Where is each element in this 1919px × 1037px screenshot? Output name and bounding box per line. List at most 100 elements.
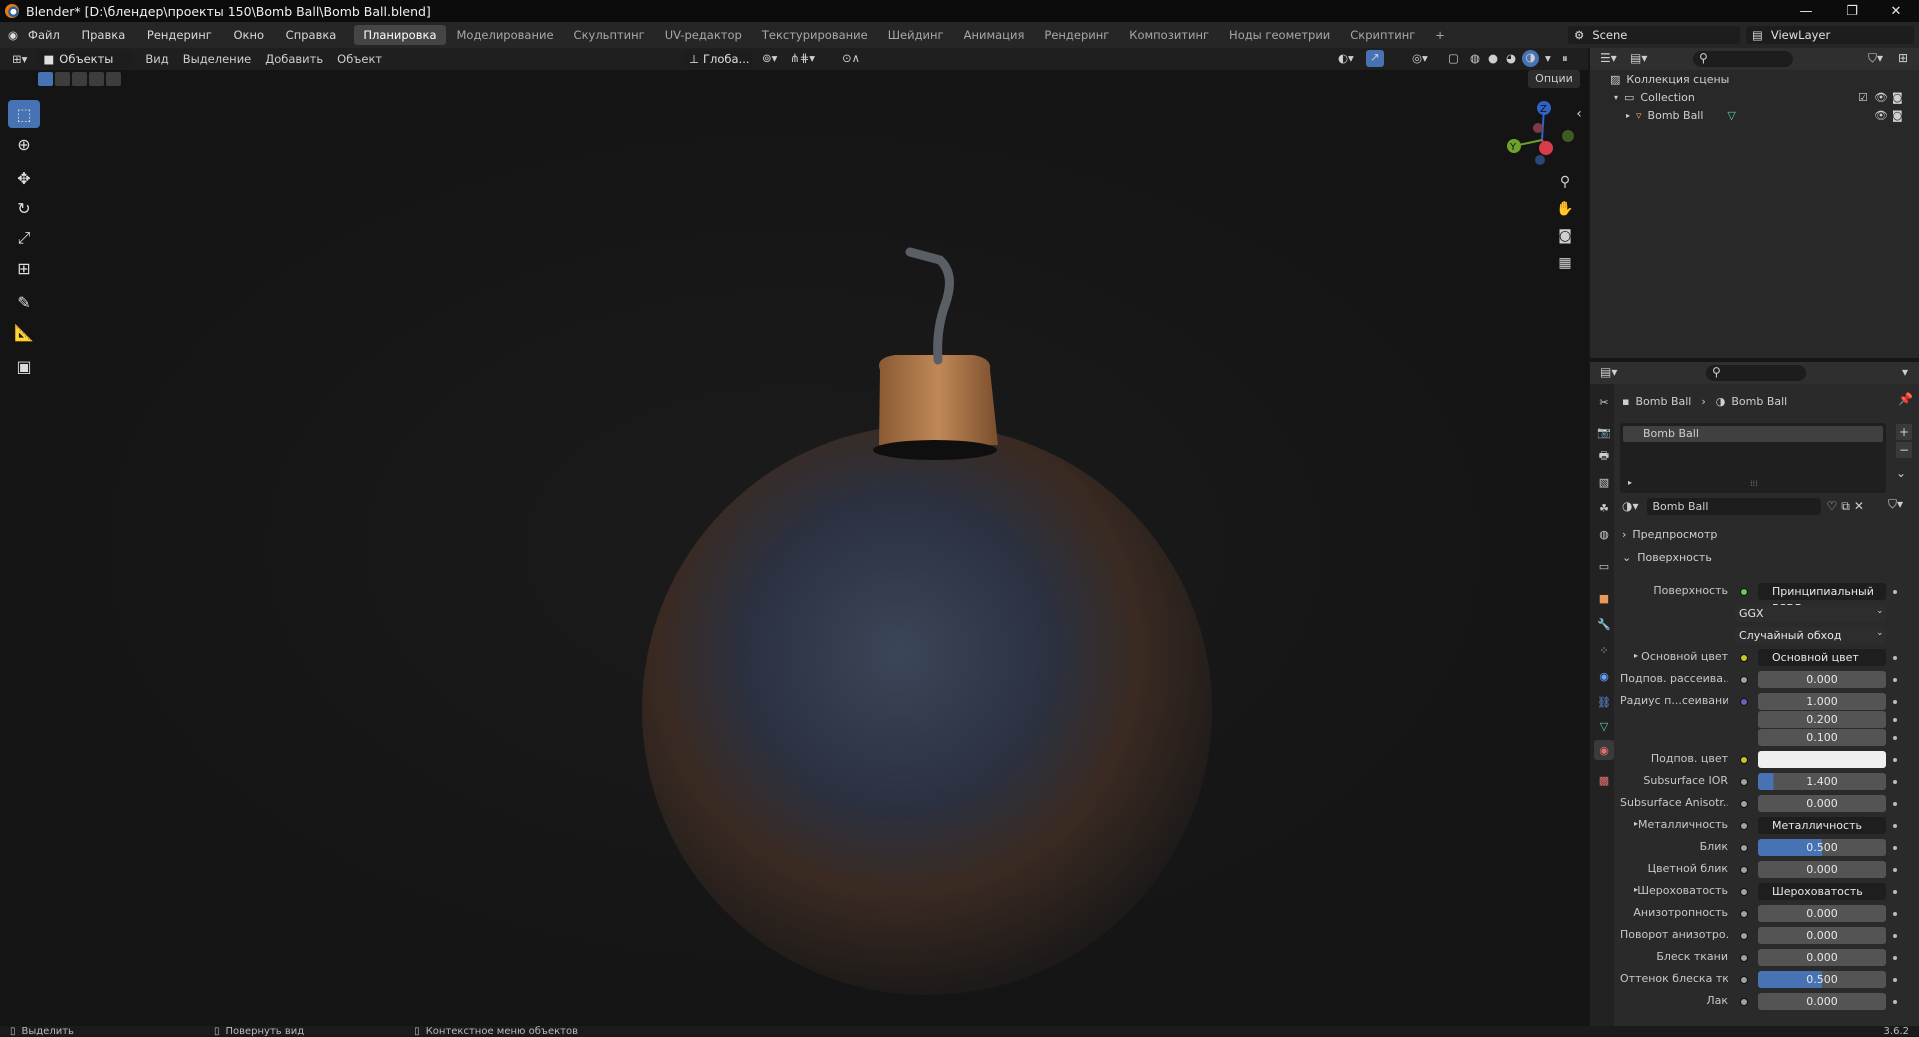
preview-panel-header[interactable]: › Предпросмотр bbox=[1622, 525, 1912, 543]
maximize-button[interactable]: ❐ bbox=[1829, 0, 1875, 22]
solid-shading-icon[interactable]: ● bbox=[1488, 51, 1498, 65]
blender-menu-icon[interactable]: ◉ bbox=[8, 28, 18, 42]
modifier-tab-icon[interactable]: 🔧 bbox=[1594, 614, 1614, 634]
outliner-editor-icon[interactable]: ☰▾ bbox=[1600, 51, 1617, 65]
slot-specials-icon[interactable]: ⌄ bbox=[1896, 466, 1906, 480]
property-field[interactable]: 1.400 bbox=[1758, 773, 1886, 790]
property-field[interactable]: 0.200 bbox=[1758, 711, 1886, 728]
navigation-gizmo[interactable]: Z Y bbox=[1500, 98, 1580, 168]
menu-file[interactable]: Файл bbox=[28, 28, 60, 42]
keyframe-dot-icon[interactable] bbox=[1893, 718, 1897, 722]
pivot-icon[interactable]: ⊚▾ bbox=[762, 51, 777, 65]
cursor-tool-icon[interactable]: ⊕ bbox=[8, 130, 40, 158]
add-cube-tool-icon[interactable]: ▣ bbox=[8, 352, 40, 380]
tab-scripting[interactable]: Скриптинг bbox=[1341, 25, 1424, 45]
socket-icon[interactable] bbox=[1740, 932, 1748, 940]
select-intersect-icon[interactable] bbox=[106, 72, 121, 86]
zoom-icon[interactable]: ⚲ bbox=[1553, 170, 1577, 194]
physics-tab-icon[interactable]: ◉ bbox=[1594, 666, 1614, 686]
socket-icon[interactable] bbox=[1740, 954, 1748, 962]
keyframe-dot-icon[interactable] bbox=[1893, 912, 1897, 916]
properties-options-icon[interactable]: ▾ bbox=[1902, 365, 1908, 379]
surface-panel-header[interactable]: ⌄ Поверхность bbox=[1622, 548, 1912, 566]
select-subtract-icon[interactable] bbox=[72, 72, 87, 86]
keyframe-dot-icon[interactable] bbox=[1893, 846, 1897, 850]
socket-icon[interactable] bbox=[1740, 654, 1748, 662]
collection-eye-icon[interactable]: 👁 bbox=[1874, 91, 1888, 104]
pause-icon[interactable]: ⏸ bbox=[1562, 51, 1568, 66]
property-field[interactable]: 0.000 bbox=[1758, 861, 1886, 878]
collection-camera-icon[interactable]: ◙ bbox=[1892, 91, 1903, 104]
keyframe-dot-icon[interactable] bbox=[1893, 802, 1897, 806]
collection-row[interactable]: ▾ ▭ Collection ☑ 👁 ◙ bbox=[1614, 88, 1919, 106]
select-extend-icon[interactable] bbox=[55, 72, 70, 86]
gizmo-toggle-icon[interactable]: ↗ bbox=[1366, 50, 1384, 67]
properties-editor-icon[interactable]: ▤▾ bbox=[1600, 365, 1617, 379]
property-field[interactable]: 0.000 bbox=[1758, 927, 1886, 944]
shading-options-icon[interactable]: ▾ bbox=[1545, 51, 1551, 65]
tab-uv-editing[interactable]: UV-редактор bbox=[656, 25, 751, 45]
tab-modeling[interactable]: Моделирование bbox=[448, 25, 563, 45]
keyframe-dot-icon[interactable] bbox=[1893, 934, 1897, 938]
display-mode-icon[interactable]: ▤▾ bbox=[1630, 51, 1647, 65]
material-slots-list[interactable]: Bomb Ball ▸ ⁞⁞⁞ bbox=[1620, 423, 1886, 493]
add-workspace-button[interactable]: + bbox=[1426, 25, 1454, 45]
xray-icon[interactable]: ▢ bbox=[1448, 51, 1459, 65]
tab-geometry-nodes[interactable]: Ноды геометрии bbox=[1220, 25, 1339, 45]
collection-checkbox-icon[interactable]: ☑ bbox=[1858, 91, 1868, 104]
duplicate-material-icon[interactable]: ⧉ bbox=[1841, 499, 1850, 514]
scene-selector[interactable]: ⚙ Scene bbox=[1568, 26, 1740, 44]
texture-tab-icon[interactable]: ▩ bbox=[1594, 770, 1614, 790]
tab-texture-paint[interactable]: Текстурирование bbox=[753, 25, 877, 45]
keyframe-dot-icon[interactable] bbox=[1893, 824, 1897, 828]
particles-tab-icon[interactable]: ⁘ bbox=[1594, 640, 1614, 660]
proportional-edit-icon[interactable]: ⊙∧ bbox=[842, 51, 860, 65]
tool-tab-icon[interactable]: ✂ bbox=[1594, 392, 1614, 412]
keyframe-dot-icon[interactable] bbox=[1893, 656, 1897, 660]
socket-icon[interactable] bbox=[1740, 888, 1748, 896]
socket-icon[interactable] bbox=[1740, 822, 1748, 830]
socket-icon[interactable] bbox=[1740, 676, 1748, 684]
socket-icon[interactable] bbox=[1740, 866, 1748, 874]
keyframe-dot-icon[interactable] bbox=[1893, 590, 1897, 594]
property-field[interactable]: Принципиальный BSDF bbox=[1758, 583, 1886, 615]
property-field[interactable]: 1.000 bbox=[1758, 693, 1886, 710]
scene-tab-icon[interactable]: ☘ bbox=[1594, 498, 1614, 518]
filter-icon[interactable]: ⛉▾ bbox=[1868, 51, 1883, 66]
property-field[interactable]: 0.000 bbox=[1758, 949, 1886, 966]
gizmo-x-axis[interactable] bbox=[1539, 141, 1553, 155]
socket-icon[interactable] bbox=[1740, 910, 1748, 918]
keyframe-dot-icon[interactable] bbox=[1893, 978, 1897, 982]
browse-material-icon[interactable]: ◑▾ bbox=[1622, 499, 1639, 513]
keyframe-dot-icon[interactable] bbox=[1893, 868, 1897, 872]
socket-icon[interactable] bbox=[1740, 844, 1748, 852]
keyframe-dot-icon[interactable] bbox=[1893, 700, 1897, 704]
unlink-material-icon[interactable]: ✕ bbox=[1854, 499, 1864, 513]
menu-help[interactable]: Справка bbox=[286, 28, 337, 42]
add-slot-icon[interactable]: + bbox=[1896, 424, 1912, 440]
close-button[interactable]: ✕ bbox=[1873, 0, 1919, 22]
bomb-ball-object[interactable] bbox=[620, 180, 1220, 1000]
property-field[interactable]: 0.500 bbox=[1758, 839, 1886, 856]
minimize-button[interactable]: — bbox=[1783, 0, 1829, 22]
sidebar-toggle-icon[interactable]: ‹ bbox=[1572, 102, 1586, 126]
socket-icon[interactable] bbox=[1740, 588, 1748, 596]
socket-icon[interactable] bbox=[1740, 976, 1748, 984]
view-layer-selector[interactable]: ▤ ViewLayer bbox=[1746, 26, 1914, 44]
property-field[interactable]: Металличность bbox=[1758, 817, 1886, 834]
visibility-icon[interactable]: ◐▾ bbox=[1338, 51, 1354, 65]
collection-tab-icon[interactable]: ▭ bbox=[1594, 556, 1614, 576]
resize-handle-icon[interactable]: ⁞⁞⁞ bbox=[1750, 479, 1758, 488]
transform-orientation[interactable]: ⊥ Глоба... bbox=[683, 50, 753, 68]
socket-icon[interactable] bbox=[1740, 698, 1748, 706]
properties-search-input[interactable]: ⚲ bbox=[1706, 365, 1806, 381]
options-dropdown[interactable]: Опции bbox=[1528, 70, 1580, 88]
tab-compositing[interactable]: Композитинг bbox=[1120, 25, 1218, 45]
property-field[interactable]: Основной цвет bbox=[1758, 649, 1886, 666]
perspective-grid-icon[interactable]: ▦ bbox=[1553, 251, 1577, 275]
move-tool-icon[interactable]: ✥ bbox=[8, 164, 40, 192]
transform-tool-icon[interactable]: ⊞ bbox=[8, 254, 40, 282]
menu-edit[interactable]: Правка bbox=[81, 28, 125, 42]
rendered-shading-icon[interactable]: ◑ bbox=[1522, 50, 1539, 67]
socket-icon[interactable] bbox=[1740, 756, 1748, 764]
